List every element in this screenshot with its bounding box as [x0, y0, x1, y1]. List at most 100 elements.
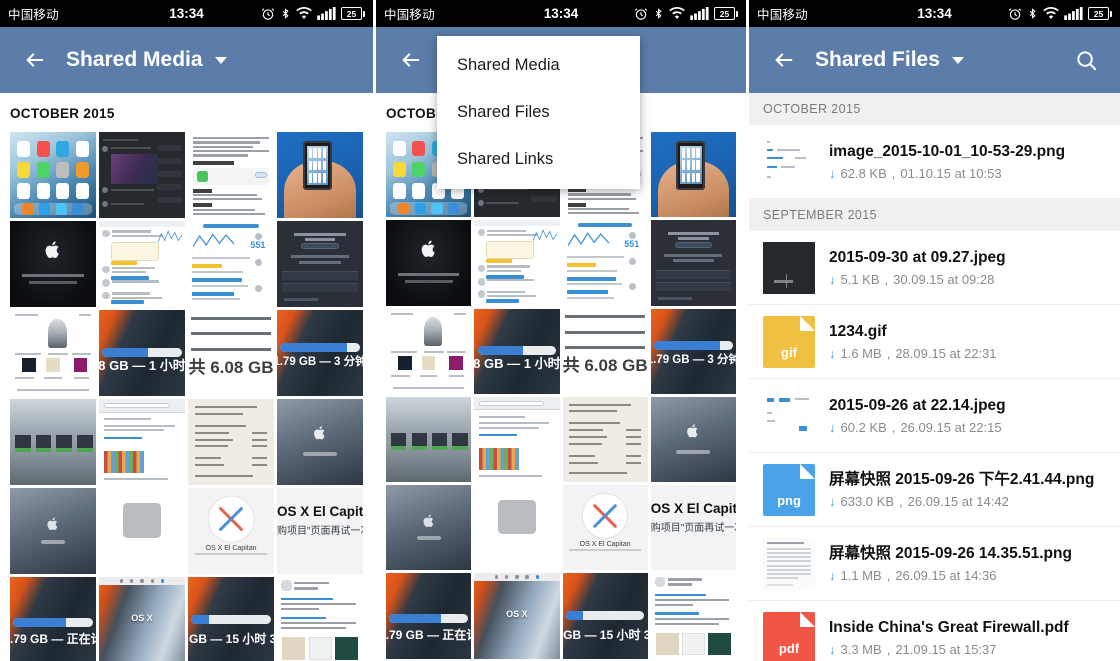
file-thumbnail: pdf: [763, 611, 815, 661]
media-thumb[interactable]: [277, 577, 363, 661]
media-thumb[interactable]: [99, 399, 185, 485]
media-thumb[interactable]: [99, 488, 185, 574]
media-thumb[interactable]: [10, 399, 96, 485]
signal-icon: [1064, 7, 1083, 20]
gif-file-icon: gif: [763, 315, 815, 368]
file-date: 30.09.15 at 09:28: [893, 271, 995, 287]
media-thumb[interactable]: 551: [188, 221, 274, 307]
media-thumb-alert[interactable]: OS X El Capitan"失败 购项目"页面再试一次。: [277, 488, 363, 574]
media-thumb-progress[interactable]: 8 GB — 1 小时: [474, 308, 560, 394]
back-arrow-icon[interactable]: [390, 39, 432, 81]
file-row[interactable]: image_2015-10-01_10-53-29.png ↓ 62.8 KB,…: [749, 125, 1120, 199]
media-thumb-progress[interactable]: 1.79 GB — 正在计: [10, 577, 96, 661]
file-meta: image_2015-10-01_10-53-29.png ↓ 62.8 KB,…: [829, 142, 1106, 181]
media-thumb[interactable]: [650, 132, 736, 218]
media-thumb-progress[interactable]: 8 GB — 15 小时 34: [562, 573, 648, 659]
signal-icon: [317, 7, 336, 20]
media-thumb[interactable]: [99, 132, 185, 218]
file-row[interactable]: 2015-09-30 at 09.27.jpeg ↓ 5.1 KB, 30.09…: [749, 231, 1120, 305]
media-thumb[interactable]: [386, 396, 472, 482]
battery-level: 25: [1088, 7, 1109, 20]
media-thumb[interactable]: [10, 488, 96, 574]
menu-item-shared-files[interactable]: Shared Files: [437, 89, 640, 136]
file-row[interactable]: pdf Inside China's Great Firewall.pdf ↓ …: [749, 601, 1120, 661]
media-thumb[interactable]: OS X El Capitan: [562, 485, 648, 571]
overlay-label: 8 GB — 15 小时 34: [188, 632, 274, 647]
media-thumb-progress[interactable]: 1.79 GB — 3 分钟: [277, 310, 363, 396]
media-thumb[interactable]: [10, 221, 96, 307]
bluetooth-icon: [280, 6, 291, 21]
status-icons: 25: [634, 6, 738, 21]
media-thumb[interactable]: [650, 396, 736, 482]
media-thumb[interactable]: [650, 573, 736, 659]
media-thumb[interactable]: [277, 399, 363, 485]
panel-shared-media: 中国移动 13:34 25 Shared Media OCTOBER 2015 …: [0, 0, 373, 661]
status-bar: 中国移动 13:34 25: [376, 0, 746, 27]
app-bar-media: Shared Media: [0, 27, 373, 93]
file-size: 60.2 KB: [840, 419, 887, 435]
overlay-label: 共 6.08 GB: [188, 358, 274, 377]
alarm-icon: [1008, 7, 1022, 21]
media-thumb[interactable]: OS X: [99, 577, 185, 661]
bluetooth-icon: [1027, 6, 1038, 21]
wifi-icon: [669, 7, 685, 20]
file-row[interactable]: 2015-09-26 at 22.14.jpeg ↓ 60.2 KB, 26.0…: [749, 379, 1120, 453]
carrier-label: 中国移动: [8, 8, 59, 22]
menu-item-shared-links[interactable]: Shared Links: [437, 136, 640, 183]
alert-sub: 购项目"页面再试一次。: [277, 526, 363, 538]
media-thumb[interactable]: [474, 485, 560, 571]
download-arrow-icon: ↓: [829, 419, 836, 435]
media-thumb-progress[interactable]: 1.79 GB — 正在计: [386, 573, 472, 659]
file-subtitle: ↓ 1.1 MB, 26.09.15 at 14:36: [829, 567, 997, 583]
file-meta: 2015-09-26 at 22.14.jpeg ↓ 60.2 KB, 26.0…: [829, 396, 1106, 435]
file-date: 01.10.15 at 10:53: [900, 165, 1002, 181]
media-thumb[interactable]: 551: [562, 220, 648, 306]
menu-item-shared-media[interactable]: Shared Media: [437, 42, 640, 89]
media-thumb[interactable]: [386, 220, 472, 306]
media-thumb[interactable]: OS X: [474, 573, 560, 659]
search-icon[interactable]: [1066, 40, 1106, 80]
back-arrow-icon[interactable]: [14, 39, 56, 81]
file-row[interactable]: 屏幕快照 2015-09-26 14.35.51.png ↓ 1.1 MB, 2…: [749, 527, 1120, 601]
media-thumb[interactable]: [650, 220, 736, 306]
media-thumb[interactable]: [99, 221, 185, 307]
media-thumb[interactable]: [474, 220, 560, 306]
media-thumb-progress[interactable]: 1.79 GB — 3 分钟: [650, 308, 736, 394]
back-arrow-icon[interactable]: [763, 39, 805, 81]
media-thumb-progress[interactable]: 8 GB — 15 小时 34: [188, 577, 274, 661]
media-thumb[interactable]: [386, 308, 472, 394]
title-dropdown-files[interactable]: Shared Files: [805, 48, 964, 72]
media-thumb[interactable]: [188, 399, 274, 485]
battery-level: 25: [714, 7, 735, 20]
page-title: Shared Files: [815, 48, 940, 71]
media-thumb[interactable]: [10, 132, 96, 218]
file-subtitle: ↓ 60.2 KB, 26.09.15 at 22:15: [829, 419, 1002, 435]
download-arrow-icon: ↓: [829, 271, 836, 287]
file-meta: 屏幕快照 2015-09-26 下午2.41.44.png ↓ 633.0 KB…: [829, 470, 1106, 509]
file-name: 2015-09-26 at 22.14.jpeg: [829, 397, 1006, 415]
file-size: 1.1 MB: [840, 567, 882, 583]
media-thumb-alert[interactable]: OS X El Capitan"失败 购项目"页面再试一次。: [650, 485, 736, 571]
media-thumb[interactable]: [10, 310, 96, 396]
media-thumb[interactable]: [474, 396, 560, 482]
alert-title: OS X El Capitan"失败: [650, 500, 736, 516]
signal-icon: [690, 7, 709, 20]
panel-shared-files: 中国移动 13:34 25 Shared Files OCTOBER 2015 …: [746, 0, 1120, 661]
media-thumb[interactable]: [277, 132, 363, 218]
media-thumb-total[interactable]: 共 6.08 GB: [562, 308, 648, 394]
media-grid: 551 8 GB — 1 小时 共 6.08 GB 1.79 GB — 3 分钟…: [376, 132, 746, 659]
media-thumb[interactable]: [277, 221, 363, 307]
file-thumbnail: gif: [763, 315, 815, 368]
media-thumb[interactable]: [386, 485, 472, 571]
media-thumb[interactable]: OS X El Capitan: [188, 488, 274, 574]
media-thumb[interactable]: [188, 132, 274, 218]
media-thumb-progress[interactable]: 8 GB — 1 小时: [99, 310, 185, 396]
title-dropdown-media[interactable]: Shared Media: [56, 48, 227, 72]
media-thumb[interactable]: [562, 396, 648, 482]
file-row[interactable]: gif 1234.gif ↓ 1.6 MB, 28.09.15 at 22:31: [749, 305, 1120, 379]
shared-files-list[interactable]: OCTOBER 2015 image_2015-10-01_10-53-29.p…: [749, 93, 1120, 661]
status-icons: 25: [261, 6, 365, 21]
media-thumb-total[interactable]: 共 6.08 GB: [188, 310, 274, 396]
title-dropdown-menu[interactable]: Shared Media Shared Files Shared Links: [437, 36, 640, 189]
file-row[interactable]: png 屏幕快照 2015-09-26 下午2.41.44.png ↓ 633.…: [749, 453, 1120, 527]
